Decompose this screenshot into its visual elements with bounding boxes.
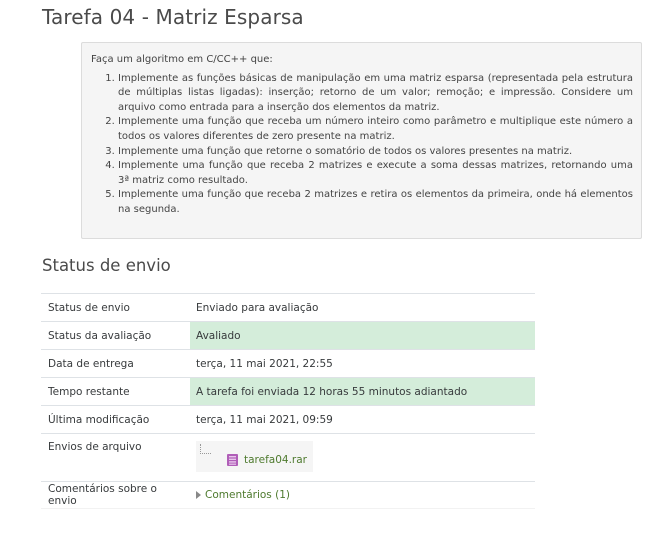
submission-status-value: Enviado para avaliação bbox=[190, 293, 535, 322]
row-label: Tempo restante bbox=[41, 377, 190, 406]
table-row: Envios de arquivo tarefa04.rar bbox=[41, 433, 535, 482]
requirement-item: Implemente uma função que receba 2 matri… bbox=[118, 188, 633, 217]
intro-lead: Faça um algoritmo em C/CC++ que: bbox=[91, 54, 273, 65]
rar-file-icon bbox=[227, 454, 238, 466]
table-row: Data de entrega terça, 11 mai 2021, 22:5… bbox=[41, 349, 535, 378]
row-label: Status da avaliação bbox=[41, 321, 190, 350]
table-row: Tempo restante A tarefa foi enviada 12 h… bbox=[41, 377, 535, 406]
requirement-item: Implemente uma função que retorne o soma… bbox=[118, 145, 633, 160]
submission-status-heading: Status de envio bbox=[42, 256, 171, 275]
table-row: Status da avaliação Avaliado bbox=[41, 321, 535, 350]
requirement-item: Implemente uma função que receba 2 matri… bbox=[118, 159, 633, 188]
row-label: Data de entrega bbox=[41, 349, 190, 378]
grading-status-value: Avaliado bbox=[190, 321, 535, 350]
submission-status-table: Status de envio Enviado para avaliação S… bbox=[41, 293, 535, 509]
table-row: Última modificação terça, 11 mai 2021, 0… bbox=[41, 405, 535, 434]
last-modified-value: terça, 11 mai 2021, 09:59 bbox=[190, 405, 535, 434]
caret-right-icon[interactable] bbox=[196, 491, 201, 499]
file-tree: tarefa04.rar bbox=[196, 441, 313, 472]
requirement-item: Implemente as funções básicas de manipul… bbox=[118, 72, 633, 116]
page-title: Tarefa 04 - Matriz Esparsa bbox=[42, 5, 304, 29]
row-label: Status de envio bbox=[41, 293, 190, 322]
tree-connector bbox=[200, 444, 211, 454]
assignment-intro: Faça um algoritmo em C/CC++ que: Impleme… bbox=[81, 42, 642, 239]
requirements-list: Implemente as funções básicas de manipul… bbox=[91, 72, 633, 218]
submitted-file-link[interactable]: tarefa04.rar bbox=[244, 454, 307, 466]
row-label: Comentários sobre o envio bbox=[41, 481, 190, 509]
row-label: Última modificação bbox=[41, 405, 190, 434]
due-date-value: terça, 11 mai 2021, 22:55 bbox=[190, 349, 535, 378]
table-row: Comentários sobre o envio Comentários (1… bbox=[41, 481, 535, 509]
table-row: Status de envio Enviado para avaliação bbox=[41, 293, 535, 322]
row-label: Envios de arquivo bbox=[41, 433, 190, 482]
comments-toggle-link[interactable]: Comentários (1) bbox=[205, 489, 290, 501]
time-remaining-value: A tarefa foi enviada 12 horas 55 minutos… bbox=[190, 377, 535, 406]
requirement-item: Implemente uma função que receba um núme… bbox=[118, 115, 633, 144]
